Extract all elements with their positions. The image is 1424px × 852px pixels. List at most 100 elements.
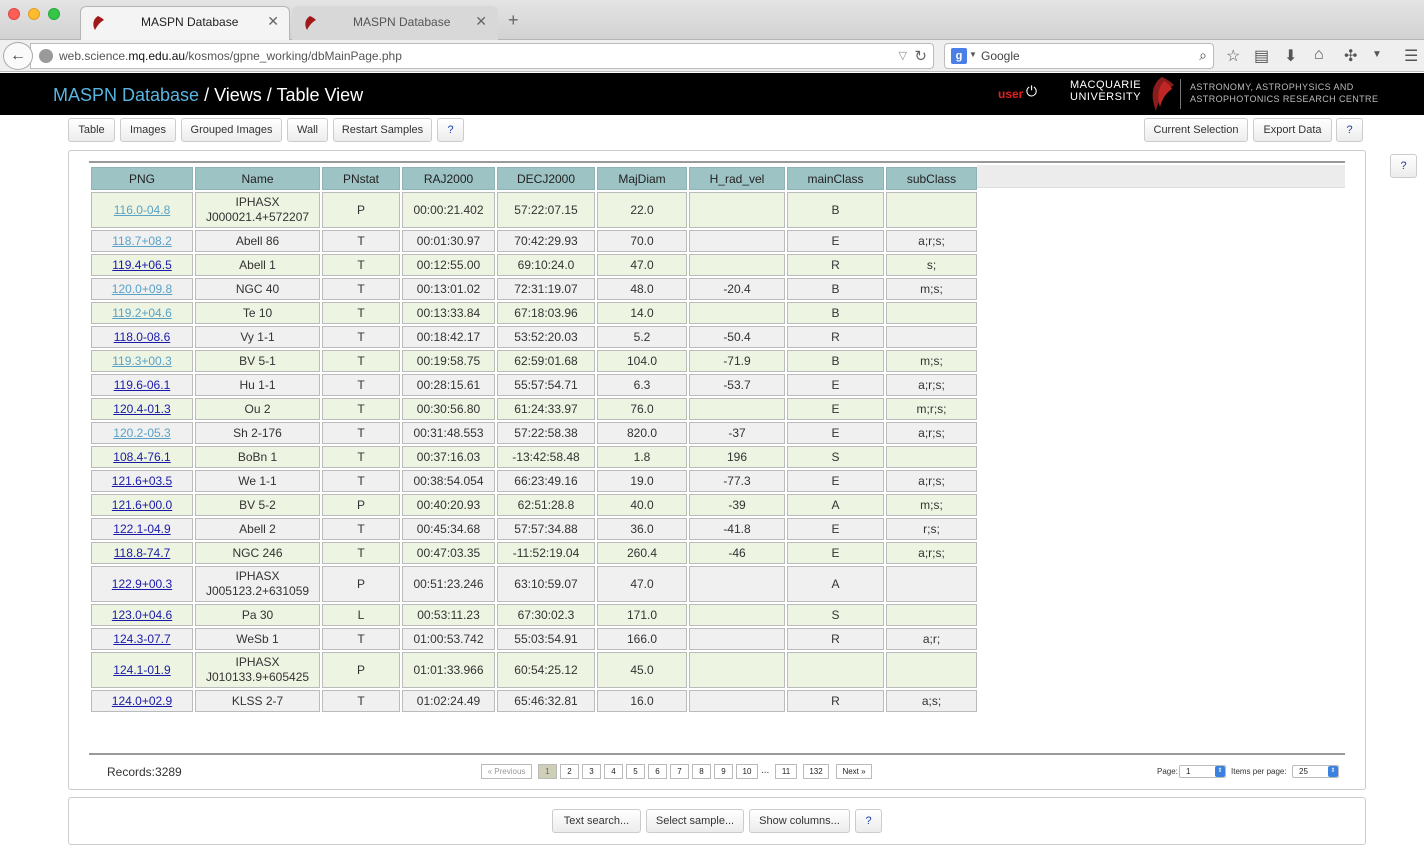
png-link[interactable]: 120.2-05.3 [113,426,170,440]
logout-power-icon[interactable]: ⏻ [1026,83,1037,100]
png-link[interactable]: 121.6+03.5 [112,474,172,488]
table-scroll-area[interactable]: PNG Name PNstat RAJ2000 DECJ2000 MajDiam… [89,161,1345,755]
new-tab-button[interactable]: + [508,10,519,31]
show-columns-button[interactable]: Show columns... [749,809,850,833]
png-link[interactable]: 116.0-04.8 [114,203,171,217]
table-row[interactable]: 120.2-05.3 Sh 2-176 T 00:31:48.553 57:22:58.… [91,422,977,444]
side-help-button[interactable]: ? [1390,154,1417,178]
reading-list-icon[interactable]: ▤ [1254,46,1269,66]
column-header[interactable]: PNG [91,167,193,190]
table-row[interactable]: 121.6+00.0 BV 5-2 P 00:40:20.93 62:51:28.8 40… [91,494,977,516]
bookmark-star-icon[interactable]: ☆ [1226,46,1240,66]
table-row[interactable]: 122.1-04.9 Abell 2 T 00:45:34.68 57:57:34.88… [91,518,977,540]
column-header[interactable]: RAJ2000 [402,167,495,190]
tab-close-icon[interactable]: ✕ [267,13,279,30]
page-select[interactable]: 1 ⇕ [1179,765,1226,778]
select-sample-button[interactable]: Select sample... [646,809,744,833]
export-data-button[interactable]: Export Data [1253,118,1332,142]
zoom-window-button[interactable] [48,8,60,20]
extension-icon[interactable]: ✣ [1344,46,1357,66]
grouped-images-button[interactable]: Grouped Images [181,118,282,142]
png-link[interactable]: 119.3+00.3 [112,354,172,368]
reload-icon[interactable]: ↻ [914,47,927,65]
url-dropdown-icon[interactable]: ▽ [899,49,907,62]
current-selection-button[interactable]: Current Selection [1144,118,1248,142]
png-link[interactable]: 119.4+06.5 [112,258,172,272]
table-row[interactable]: 124.0+02.9 KLSS 2-7 T 01:02:24.49 65:46:32.8… [91,690,977,712]
table-row[interactable]: 119.2+04.6 Te 10 T 00:13:33.84 67:18:03.96 14… [91,302,977,324]
user-label[interactable]: user [998,87,1023,101]
search-bar[interactable]: g ▼ Google ⌕ [944,43,1214,69]
png-link[interactable]: 123.0+04.6 [112,608,172,622]
page-button[interactable]: 10 [736,764,758,779]
page-button[interactable]: 6 [648,764,667,779]
search-icon[interactable]: ⌕ [1199,47,1207,64]
export-help-button[interactable]: ? [1336,118,1363,142]
page-button[interactable]: 7 [670,764,689,779]
table-row[interactable]: 124.1-01.9 IPHASX J010133.9+605425 P 01:01:… [91,652,977,688]
table-row[interactable]: 118.0-08.6 Vy 1-1 T 00:18:42.17 53:52:20.03 5… [91,326,977,348]
text-search-button[interactable]: Text search... [552,809,641,833]
page-button[interactable]: 8 [692,764,711,779]
png-link[interactable]: 119.6-06.1 [114,378,171,392]
wall-view-button[interactable]: Wall [287,118,328,142]
column-header[interactable]: Name [195,167,320,190]
png-link[interactable]: 121.6+00.0 [112,498,172,512]
png-link[interactable]: 124.0+02.9 [112,694,172,708]
items-per-page-select[interactable]: 25 ⇕ [1292,765,1339,778]
toolbar-help-button[interactable]: ? [437,118,464,142]
column-header[interactable]: subClass [886,167,977,190]
home-icon[interactable]: ⌂ [1314,46,1324,64]
page-button[interactable]: 2 [560,764,579,779]
png-link[interactable]: 122.9+00.3 [112,577,172,591]
table-row[interactable]: 119.6-06.1 Hu 1-1 T 00:28:15.61 55:57:54.71 6… [91,374,977,396]
browser-tab-inactive[interactable]: MASPN Database ✕ [292,6,498,40]
breadcrumb-db[interactable]: MASPN Database [53,85,199,105]
url-bar[interactable]: web.science.mq.edu.au/kosmos/gpne_workin… [30,43,934,69]
column-header[interactable]: PNstat [322,167,400,190]
png-link[interactable]: 120.4-01.3 [113,402,170,416]
column-header[interactable]: MajDiam [597,167,687,190]
images-view-button[interactable]: Images [120,118,176,142]
column-header[interactable]: mainClass [787,167,884,190]
menu-icon[interactable]: ☰ [1404,46,1418,66]
png-link[interactable]: 118.0-08.6 [114,330,171,344]
table-row[interactable]: 123.0+04.6 Pa 30 L 00:53:11.23 67:30:02.3 171… [91,604,977,626]
next-page-button[interactable]: Next » [836,764,872,779]
png-link[interactable]: 122.1-04.9 [113,522,170,536]
restart-samples-button[interactable]: Restart Samples [333,118,432,142]
search-engine-dropdown-icon[interactable]: ▼ [969,50,977,59]
png-link[interactable]: 118.7+08.2 [112,234,172,248]
png-link[interactable]: 119.2+04.6 [112,306,172,320]
minimize-window-button[interactable] [28,8,40,20]
table-row[interactable]: 108.4-76.1 BoBn 1 T 00:37:16.03 -13:42:58.48… [91,446,977,468]
site-identity-icon[interactable] [39,49,53,63]
page-button[interactable]: 3 [582,764,601,779]
page-button[interactable]: 11 [775,764,797,779]
page-button[interactable]: 1 [538,764,557,779]
png-link[interactable]: 120.0+09.8 [112,282,172,296]
png-link[interactable]: 124.1-01.9 [113,663,170,677]
table-row[interactable]: 122.9+00.3 IPHASX J005123.2+631059 P 00:51:… [91,566,977,602]
previous-page-button[interactable]: « Previous [481,764,532,779]
back-button[interactable]: ← [3,42,33,70]
table-row[interactable]: 119.4+06.5 Abell 1 T 00:12:55.00 69:10:24.0 4… [91,254,977,276]
table-view-button[interactable]: Table [68,118,115,142]
column-header[interactable]: DECJ2000 [497,167,595,190]
tab-close-icon[interactable]: ✕ [475,13,487,30]
google-icon[interactable]: g [951,48,967,64]
table-row[interactable]: 116.0-04.8 IPHASX J000021.4+572207 P 00:00:… [91,192,977,228]
table-row[interactable]: 120.0+09.8 NGC 40 T 00:13:01.02 72:31:19.07 4… [91,278,977,300]
downloads-icon[interactable]: ⬇ [1284,46,1297,66]
table-row[interactable]: 121.6+03.5 We 1-1 T 00:38:54.054 66:23:49.16… [91,470,977,492]
table-row[interactable]: 118.8-74.7 NGC 246 T 00:47:03.35 -11:52:19.0… [91,542,977,564]
table-row[interactable]: 119.3+00.3 BV 5-1 T 00:19:58.75 62:59:01.68 1… [91,350,977,372]
extension-dropdown-icon[interactable]: ▼ [1372,49,1382,60]
last-page-button[interactable]: 132 [803,764,829,779]
table-row[interactable]: 124.3-07.7 WeSb 1 T 01:00:53.742 55:03:54.91… [91,628,977,650]
page-button[interactable]: 4 [604,764,623,779]
column-header[interactable]: H_rad_vel [689,167,785,190]
png-link[interactable]: 124.3-07.7 [113,632,170,646]
close-window-button[interactable] [8,8,20,20]
table-row[interactable]: 120.4-01.3 Ou 2 T 00:30:56.80 61:24:33.97 76.… [91,398,977,420]
